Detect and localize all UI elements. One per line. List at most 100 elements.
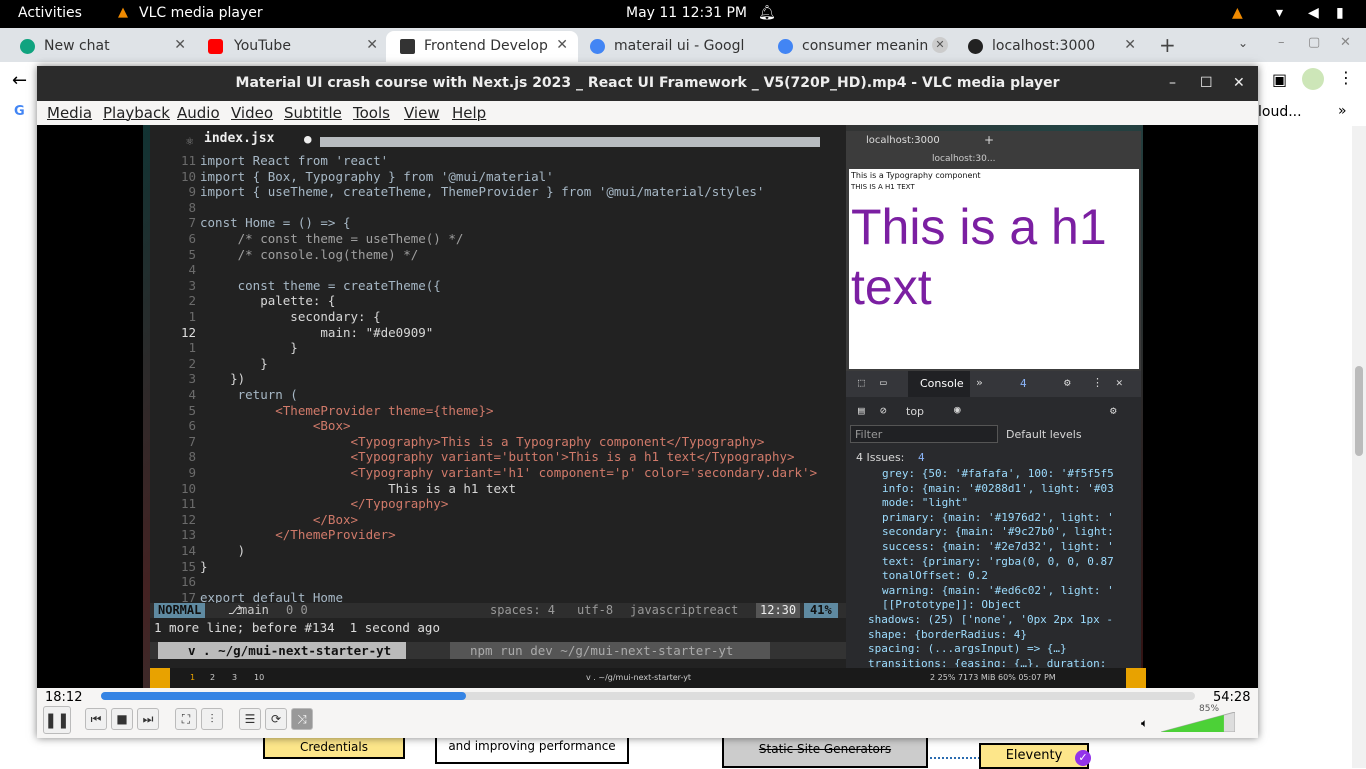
diagram-node-eleventy[interactable]: Eleventy <box>979 743 1089 769</box>
more-icon[interactable]: ⋮ <box>1338 68 1354 87</box>
menu-video[interactable]: Video <box>231 104 273 122</box>
time-elapsed[interactable]: 18:12 <box>45 690 82 705</box>
console-row[interactable]: success: {main: '#2e7d32', light: ' <box>882 540 1114 553</box>
volume-icon[interactable]: ◀ <box>1308 5 1319 21</box>
console-row[interactable]: [[Prototype]]: Object <box>882 598 1021 611</box>
playlist-button[interactable]: ☰ <box>239 708 261 730</box>
video-frame[interactable]: ⚛ index.jsx ● 11 import React from 'react… <box>37 125 1258 688</box>
volume-slider[interactable] <box>1161 712 1235 732</box>
close-icon[interactable]: ✕ <box>556 37 568 53</box>
scrollbar-thumb[interactable] <box>1355 366 1363 456</box>
code-line[interactable]: <Typography variant='button'>This is a h… <box>200 449 795 465</box>
close-icon[interactable]: ✕ <box>1116 376 1123 389</box>
code-line[interactable]: secondary: { <box>200 309 380 325</box>
new-tab-icon[interactable]: + <box>1159 33 1176 57</box>
mini-url[interactable]: localhost:30... <box>932 154 995 164</box>
sidebar-icon[interactable]: ▤ <box>858 404 865 417</box>
code-line[interactable]: ) <box>200 543 246 559</box>
gear-icon[interactable]: ⚙ <box>1064 376 1071 389</box>
fullscreen-button[interactable]: ⛶ <box>175 708 197 730</box>
code-line[interactable]: /* console.log(theme) */ <box>200 247 419 263</box>
pause-button[interactable]: ❚❚ <box>43 706 71 734</box>
close-icon[interactable]: ✕ <box>932 37 948 53</box>
menu-audio[interactable]: Audio <box>177 104 220 122</box>
more-tabs-icon[interactable]: » <box>976 376 983 389</box>
console-row[interactable]: text: {primary: 'rgba(0, 0, 0, 0.87 <box>882 555 1114 568</box>
code-line[interactable]: <Typography variant='h1' component='p' c… <box>200 465 818 481</box>
code-line[interactable]: } <box>200 356 268 372</box>
menu-media[interactable]: Media <box>47 104 92 122</box>
console-row[interactable]: transitions: {easing: {…}, duration: <box>868 657 1106 667</box>
seek-bar[interactable] <box>101 692 1195 700</box>
tab-new-chat[interactable]: New chat ✕ <box>0 31 196 62</box>
console-output[interactable]: grey: {50: '#fafafa', 100: '#f5f5f5 info:… <box>846 467 1134 667</box>
levels-select[interactable]: Default levels <box>1006 428 1082 441</box>
gear-icon[interactable]: ⚙ <box>1110 404 1117 417</box>
more-icon[interactable]: ⋮ <box>1092 376 1103 389</box>
diagram-node-credentials[interactable]: Credentials <box>263 735 405 759</box>
tab-search-icon[interactable]: ⌄ <box>1238 36 1248 50</box>
code-line[interactable]: This is a h1 text <box>200 481 516 497</box>
activities-button[interactable]: Activities <box>18 5 82 21</box>
code-line[interactable]: /* const theme = useTheme() */ <box>200 231 464 247</box>
clear-icon[interactable]: ⊘ <box>880 404 887 417</box>
menu-subtitle[interactable]: Subtitle <box>284 104 342 122</box>
battery-icon[interactable]: ▮ <box>1336 5 1344 21</box>
avatar[interactable] <box>1302 68 1324 90</box>
menu-tools[interactable]: Tools <box>353 104 390 122</box>
stop-button[interactable]: ■ <box>111 708 133 730</box>
close-icon[interactable]: ✕ <box>174 37 186 53</box>
clock[interactable]: May 11 12:31 PM <box>626 5 747 21</box>
code-line[interactable]: <ThemeProvider theme={theme}> <box>200 403 493 419</box>
code-line[interactable]: const Home = () => { <box>200 215 351 231</box>
time-total[interactable]: 54:28 <box>1213 690 1250 705</box>
terminal-tab-1[interactable]: v . ~/g/mui-next-starter-yt <box>158 642 406 659</box>
code-line[interactable]: }) <box>200 371 245 387</box>
sidepanel-icon[interactable]: ▣ <box>1272 70 1287 89</box>
bookmark-overflow[interactable]: loud... <box>1258 104 1302 120</box>
new-tab-icon[interactable]: + <box>984 133 994 147</box>
page-scrollbar[interactable] <box>1352 126 1366 768</box>
issues-label[interactable]: 4 Issues: <box>856 451 904 464</box>
shuffle-button[interactable]: ⤨ <box>291 708 313 730</box>
tmux-tab-2[interactable]: 2 <box>210 668 215 688</box>
terminal-tab-2[interactable]: npm run dev ~/g/mui-next-starter-yt <box>450 642 770 659</box>
code-line[interactable]: } <box>200 340 298 356</box>
code-line[interactable]: const theme = createTheme({ <box>200 278 441 294</box>
tab-materail-ui-google[interactable]: materail ui - Googl <box>578 31 768 62</box>
tab-youtube[interactable]: YouTube ✕ <box>192 31 388 62</box>
close-icon[interactable]: ✕ <box>1233 66 1245 101</box>
speaker-icon[interactable]: 🔈︎ <box>1141 716 1148 731</box>
menu-view[interactable]: View <box>404 104 440 122</box>
code-area[interactable]: 11 import React from 'react' 10 import { Bo… <box>150 153 846 605</box>
power-icon[interactable] <box>1126 668 1146 688</box>
close-window-icon[interactable]: ✕ <box>1340 35 1351 50</box>
console-row[interactable]: grey: {50: '#fafafa', 100: '#f5f5f5 <box>882 467 1114 480</box>
inspect-icon[interactable]: ⬚ <box>858 376 865 389</box>
filter-input[interactable]: Filter <box>850 425 998 443</box>
console-row[interactable]: warning: {main: '#ed6c02', light: ' <box>882 584 1114 597</box>
console-row[interactable]: mode: "light" <box>882 496 968 509</box>
device-icon[interactable]: ▭ <box>880 376 887 389</box>
console-row[interactable]: shadows: (25) ['none', '0px 2px 1px - <box>868 613 1113 626</box>
tab-localhost[interactable]: localhost:3000 ✕ <box>958 31 1146 62</box>
tab-console[interactable]: Console <box>908 371 970 397</box>
code-line[interactable]: <Typography>This is a Typography compone… <box>200 434 765 450</box>
next-button[interactable]: ⏭ <box>137 708 159 730</box>
code-line[interactable]: </ThemeProvider> <box>200 527 395 543</box>
extended-settings-button[interactable]: ⫶ <box>201 708 223 730</box>
maximize-icon[interactable]: ▢ <box>1308 35 1320 50</box>
tab-frontend-developer[interactable]: Frontend Develop ✕ <box>386 31 578 62</box>
code-line[interactable]: } <box>200 559 208 575</box>
eye-icon[interactable]: ◉ <box>954 403 961 416</box>
chevron-right-icon[interactable]: » <box>1338 103 1347 119</box>
menu-help[interactable]: Help <box>452 104 486 122</box>
issues-count[interactable]: 4 <box>918 451 925 464</box>
code-line[interactable]: </Typography> <box>200 496 449 512</box>
tab-consumer-meaning[interactable]: consumer meanin ✕ <box>768 31 958 62</box>
code-line[interactable]: import { useTheme, createTheme, ThemePro… <box>200 184 764 200</box>
context-select[interactable]: top <box>906 405 924 418</box>
console-row[interactable]: info: {main: '#0288d1', light: '#03 <box>882 482 1114 495</box>
console-row[interactable]: tonalOffset: 0.2 <box>882 569 988 582</box>
code-line[interactable]: import { Box, Typography } from '@mui/ma… <box>200 169 554 185</box>
